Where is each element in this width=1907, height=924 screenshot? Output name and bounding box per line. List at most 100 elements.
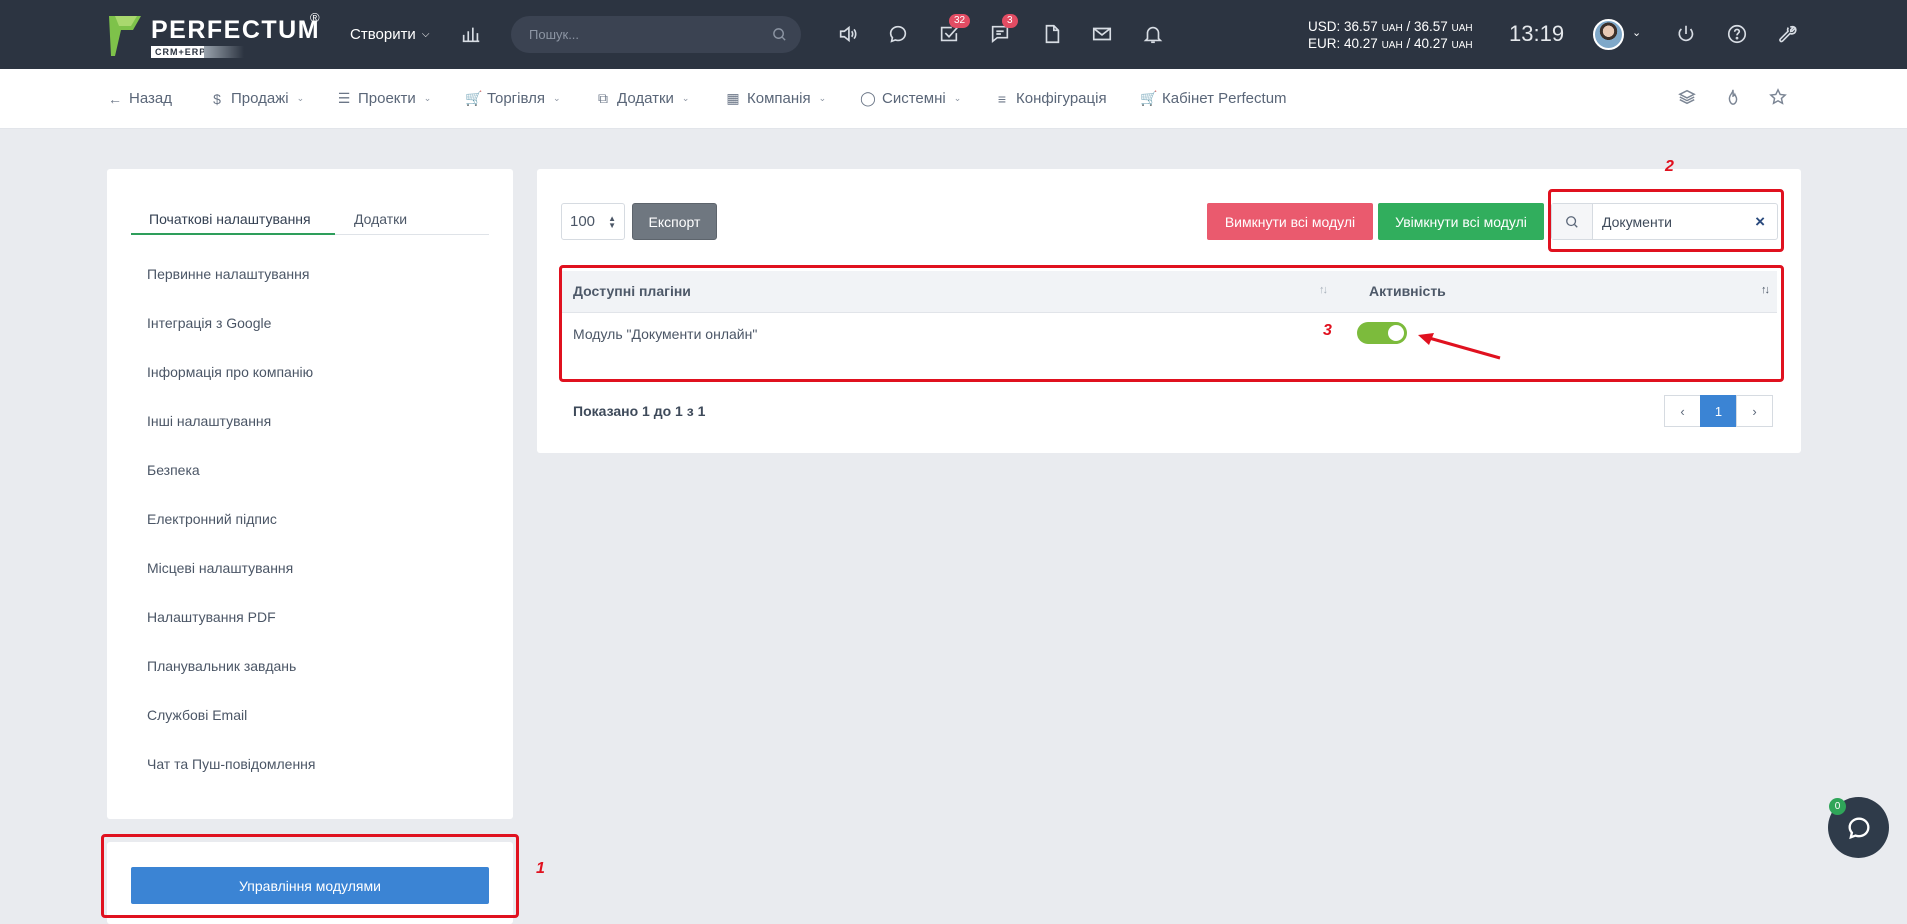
- chevron-down-icon: ⌄: [681, 93, 690, 103]
- sidebar-item-task-scheduler[interactable]: Планувальник завдань: [147, 658, 296, 674]
- nav-company-label: Компанія: [747, 90, 811, 107]
- sidebar-item-service-email[interactable]: Службові Email: [147, 707, 247, 723]
- usd-rate-line: USD: 36.57 UAH / 36.57 UAH: [1308, 19, 1473, 34]
- currency-unit: UAH: [1381, 23, 1403, 34]
- avatar[interactable]: [1593, 19, 1624, 50]
- page-size-value: 100: [570, 213, 596, 230]
- page-size-select[interactable]: 100 ▲ ▼: [561, 203, 625, 240]
- chat-bubble-icon[interactable]: [886, 22, 910, 46]
- nav-addons-label: Додатки: [617, 90, 674, 107]
- building-icon: ▦: [726, 90, 740, 106]
- sidebar-item-company-info[interactable]: Інформація про компанію: [147, 364, 313, 380]
- sidebar-item-local-settings[interactable]: Місцеві налаштування: [147, 560, 293, 576]
- document-icon[interactable]: [1040, 22, 1064, 46]
- nav-cabinet[interactable]: 🛒 Кабінет Perfectum: [1140, 90, 1287, 107]
- bar-chart-icon[interactable]: [459, 22, 483, 46]
- globe-icon: ◯: [860, 90, 876, 106]
- tab-initial-settings[interactable]: Початкові налаштування: [149, 211, 311, 227]
- nav-config-label: Конфігурація: [1016, 90, 1107, 107]
- nav-config[interactable]: ≡ Конфігурація: [994, 90, 1107, 107]
- eur-rate: EUR: 40.27: [1308, 36, 1378, 51]
- nav-company[interactable]: ▦ Компанія ⌄: [725, 90, 826, 107]
- pagination-prev-button[interactable]: ‹: [1664, 395, 1701, 427]
- logo-subtitle: CRM+ERP: [151, 46, 211, 58]
- create-menu-label: Створити: [350, 26, 416, 43]
- chevron-down-icon: ⌵: [421, 29, 430, 40]
- currency-unit: UAH: [1451, 40, 1473, 51]
- disable-all-modules-button[interactable]: Вимкнути всі модулі: [1207, 203, 1373, 240]
- layers-icon: ☰: [337, 90, 351, 106]
- settings-tabs: Початкові налаштування Додатки: [131, 199, 489, 235]
- sidebar-item-other-settings[interactable]: Інші налаштування: [147, 413, 271, 429]
- sidebar-item-google-integration[interactable]: Інтеграція з Google: [147, 315, 271, 331]
- annotation-box-2: [1548, 189, 1784, 252]
- chevron-down-icon: ⌄: [818, 93, 827, 103]
- chevron-down-icon[interactable]: ⌄: [1632, 26, 1641, 39]
- chevron-down-icon: ⌄: [552, 93, 561, 103]
- logo-bar: [204, 46, 244, 58]
- wrench-icon[interactable]: [1776, 22, 1800, 46]
- eur-rate-2: 40.27: [1413, 36, 1448, 51]
- currency-rates: USD: 36.57 UAH / 36.57 UAH EUR: 40.27 UA…: [1308, 19, 1473, 53]
- annotation-number-2: 2: [1665, 158, 1674, 175]
- nav-system-label: Системні: [882, 90, 946, 107]
- usd-rate: USD: 36.57: [1308, 19, 1378, 34]
- top-bar: PERFECTUM ® CRM+ERP Створити ⌵ 32 3 USD:…: [0, 0, 1907, 69]
- nav-system[interactable]: ◯ Системні ⌄: [860, 90, 961, 107]
- tab-addons[interactable]: Додатки: [354, 211, 407, 227]
- sidebar-item-pdf-settings[interactable]: Налаштування PDF: [147, 609, 276, 625]
- nav-trade-label: Торгівля: [487, 90, 545, 107]
- sliders-icon: ≡: [997, 90, 1007, 107]
- tasks-icon[interactable]: 32: [937, 14, 971, 46]
- tasks-badge: 32: [949, 14, 971, 28]
- sidebar-item-e-signature[interactable]: Електронний підпис: [147, 511, 277, 527]
- nav-sales[interactable]: $ Продажі ⌄: [209, 90, 304, 107]
- messages-badge: 3: [1002, 14, 1018, 28]
- nav-back-label: Назад: [129, 90, 172, 107]
- messages-icon[interactable]: 3: [988, 14, 1018, 46]
- bell-icon[interactable]: [1141, 22, 1165, 46]
- chevron-down-icon: ⌄: [296, 93, 305, 103]
- pagination: ‹ 1 ›: [1664, 395, 1773, 427]
- pagination-info: Показано 1 до 1 з 1: [573, 403, 706, 419]
- logo-mark-icon: [109, 16, 141, 56]
- eur-rate-line: EUR: 40.27 UAH / 40.27 UAH: [1308, 36, 1473, 51]
- speaker-icon[interactable]: [836, 22, 860, 46]
- nav-back[interactable]: ← Назад: [107, 90, 172, 107]
- cart-icon: 🛒: [1140, 90, 1158, 106]
- clock: 13:19: [1509, 21, 1565, 46]
- chevron-down-icon: ⌄: [953, 93, 962, 103]
- pagination-next-button[interactable]: ›: [1736, 395, 1773, 427]
- currency-unit: UAH: [1451, 23, 1473, 34]
- usd-rate-2: 36.57: [1413, 19, 1448, 34]
- global-search[interactable]: [511, 16, 801, 53]
- search-icon[interactable]: [772, 27, 787, 42]
- sidebar-item-chat-push[interactable]: Чат та Пуш-повідомлення: [147, 756, 316, 772]
- sidebar-item-primary-setup[interactable]: Первинне налаштування: [147, 266, 309, 282]
- arrow-left-icon: ←: [108, 90, 122, 107]
- fire-icon[interactable]: [1724, 88, 1746, 110]
- layers-icon[interactable]: [1678, 88, 1700, 110]
- cart-icon: 🛒: [465, 90, 483, 106]
- create-menu[interactable]: Створити ⌵: [350, 26, 429, 43]
- nav-trade[interactable]: 🛒 Торгівля ⌄: [465, 90, 561, 107]
- enable-all-modules-button[interactable]: Увімкнути всі модулі: [1378, 203, 1544, 240]
- nav-addons[interactable]: ⧉ Додатки ⌄: [595, 90, 689, 107]
- pagination-page-button[interactable]: 1: [1700, 395, 1737, 427]
- global-search-input[interactable]: [529, 16, 759, 53]
- power-icon[interactable]: [1674, 22, 1698, 46]
- perfectum-logo[interactable]: PERFECTUM ® CRM+ERP: [107, 10, 322, 60]
- chat-icon: [1847, 816, 1870, 839]
- active-tab-indicator: [131, 233, 335, 235]
- mail-icon[interactable]: [1090, 22, 1114, 46]
- export-button[interactable]: Експорт: [632, 203, 717, 240]
- star-icon[interactable]: [1769, 88, 1791, 110]
- logo-text: PERFECTUM: [151, 16, 321, 44]
- sidebar-item-security[interactable]: Безпека: [147, 462, 200, 478]
- annotation-number-1: 1: [536, 860, 545, 877]
- nav-projects[interactable]: ☰ Проекти ⌄: [336, 90, 432, 107]
- annotation-box-3: [559, 265, 1784, 382]
- annotation-box-1: [101, 834, 519, 918]
- help-icon[interactable]: [1725, 22, 1749, 46]
- nav-sales-label: Продажі: [231, 90, 289, 107]
